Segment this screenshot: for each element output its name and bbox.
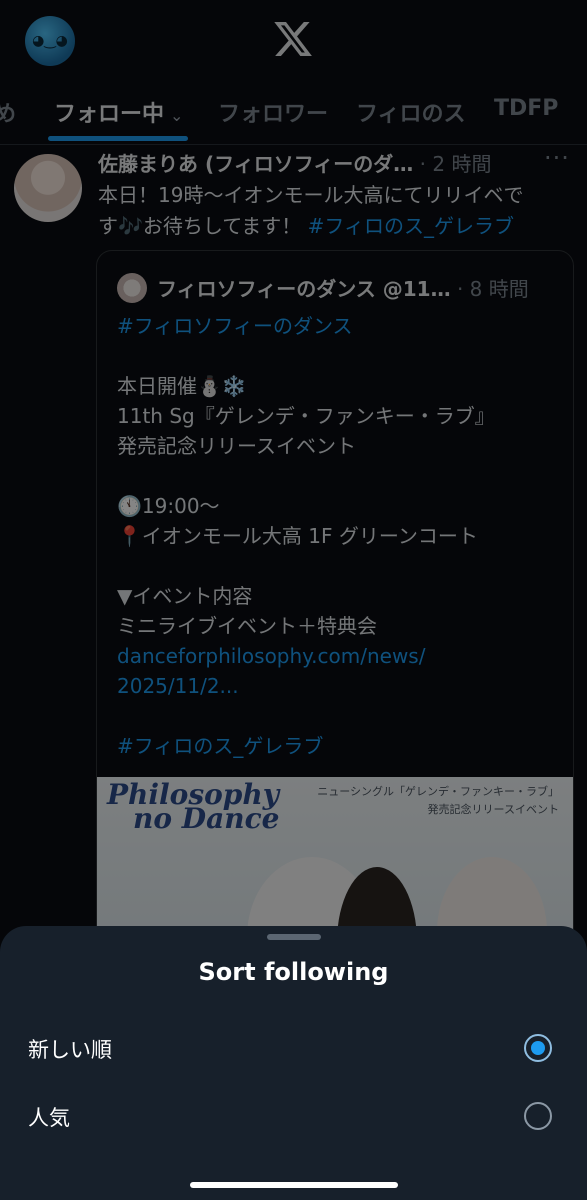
- sort-bottom-sheet: Sort following 新しい順 人気: [0, 926, 587, 1200]
- radio-unselected-icon[interactable]: [524, 1102, 552, 1130]
- sheet-title: Sort following: [198, 958, 389, 986]
- sheet-grabber[interactable]: [267, 934, 321, 940]
- option-label: 新しい順: [28, 1038, 112, 1062]
- home-indicator: [190, 1182, 398, 1188]
- radio-selected-icon[interactable]: [524, 1034, 552, 1062]
- sort-option-newest[interactable]: 新しい順: [0, 1020, 587, 1080]
- radio-dot: [531, 1041, 545, 1055]
- option-label: 人気: [28, 1106, 70, 1130]
- sort-option-popular[interactable]: 人気: [0, 1088, 587, 1148]
